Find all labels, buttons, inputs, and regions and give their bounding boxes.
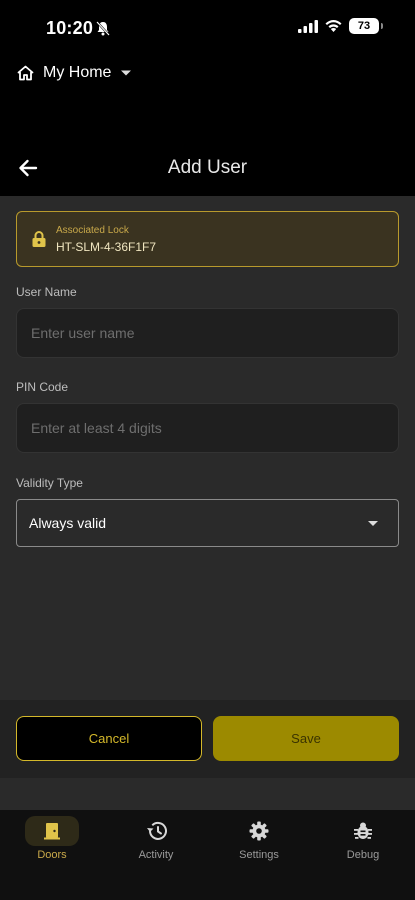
associated-lock-card: Associated Lock HT-SLM-4-36F1F7 xyxy=(16,211,399,267)
status-bar: 10:20 73 xyxy=(0,0,415,58)
nav-item-debug[interactable]: Debug xyxy=(323,816,403,866)
validity-type-select[interactable]: Always valid xyxy=(16,499,399,547)
nav-label-doors: Doors xyxy=(37,849,67,861)
cancel-button[interactable]: Cancel xyxy=(16,716,202,761)
validity-type-value: Always valid xyxy=(29,515,107,531)
door-icon xyxy=(25,816,79,846)
user-name-input[interactable] xyxy=(16,308,399,358)
chevron-down-icon xyxy=(121,70,132,76)
action-bar: Cancel Save xyxy=(0,700,415,778)
page-header: Add User xyxy=(0,140,415,196)
status-indicators: 73 xyxy=(298,18,383,34)
page-title: Add User xyxy=(167,157,248,178)
save-button[interactable]: Save xyxy=(213,716,399,761)
pin-code-input[interactable] xyxy=(16,403,399,453)
nav-label-activity: Activity xyxy=(138,849,174,861)
lock-id: HT-SLM-4-36F1F7 xyxy=(56,240,157,254)
validity-type-label: Validity Type xyxy=(16,476,83,490)
nav-item-doors[interactable]: Doors xyxy=(12,816,92,866)
lock-caption: Associated Lock xyxy=(56,225,129,236)
nav-label-settings: Settings xyxy=(239,849,279,861)
user-name-label: User Name xyxy=(16,285,77,299)
signal-icon xyxy=(298,19,318,33)
gear-icon xyxy=(232,816,286,846)
home-selector[interactable]: My Home xyxy=(17,60,132,86)
home-icon xyxy=(17,65,34,81)
home-label: My Home xyxy=(43,64,112,81)
bell-muted-icon xyxy=(96,21,110,36)
nav-label-debug: Debug xyxy=(346,849,380,861)
wifi-icon xyxy=(325,20,342,32)
content-spacer xyxy=(0,778,415,810)
lock-icon xyxy=(32,231,46,247)
nav-item-activity[interactable]: Activity xyxy=(116,816,196,866)
bottom-navigation: Doors Activity Settings Debug xyxy=(0,810,415,900)
nav-item-settings[interactable]: Settings xyxy=(219,816,299,866)
history-icon xyxy=(129,816,183,846)
status-time: 10:20 xyxy=(46,18,94,38)
caret-down-icon xyxy=(368,520,378,526)
add-user-form: Associated Lock HT-SLM-4-36F1F7 User Nam… xyxy=(0,196,415,700)
bug-icon xyxy=(336,816,390,846)
pin-code-label: PIN Code xyxy=(16,380,69,394)
battery-indicator: 73 xyxy=(349,18,383,34)
